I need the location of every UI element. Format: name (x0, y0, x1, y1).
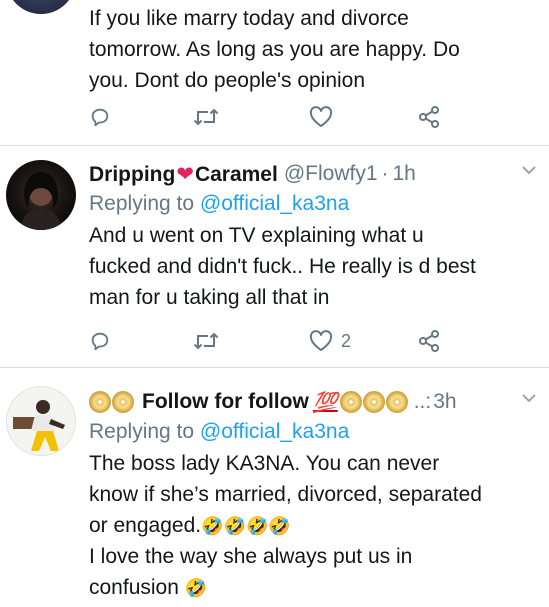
reply-icon (89, 106, 111, 128)
tweet-content: Follow for follow 💯 ..: 3h Replying to @… (89, 388, 537, 603)
chevron-down-icon[interactable] (521, 160, 537, 181)
reply-icon (89, 330, 111, 352)
avatar-image (20, 172, 62, 230)
rofl-emoji: 🤣 (268, 516, 291, 536)
tweet-text-line: fucked and didn't fuck.. He really is d … (89, 255, 476, 278)
avatar[interactable] (6, 0, 76, 14)
avatar[interactable] (6, 386, 76, 456)
user-display-name[interactable]: Follow for follow (142, 390, 309, 414)
share-icon (417, 329, 441, 353)
tweet-text-line: tomorrow. As long as you are happy. Do (89, 38, 460, 61)
like-button[interactable] (309, 102, 341, 132)
dvd-emoji (112, 391, 134, 413)
tweet-content: If you like marry today and divorce tomo… (89, 3, 537, 96)
red-heart-emoji: ❤ (176, 162, 194, 186)
retweet-button[interactable] (193, 326, 219, 356)
heart-icon (309, 106, 333, 128)
tweet-header: Dripping❤Caramel @Flowfy1 · 1h (89, 160, 537, 188)
dvd-emoji (385, 391, 408, 413)
tweet-text-line: And u went on TV explaining what u (89, 224, 424, 247)
tweet[interactable]: Follow for follow 💯 ..: 3h Replying to @… (0, 368, 549, 607)
tweet[interactable]: If you like marry today and divorce tomo… (0, 0, 549, 146)
user-display-name[interactable]: Dripping❤Caramel (89, 162, 278, 187)
dvd-emoji (339, 391, 362, 413)
tweet-timestamp[interactable]: 3h (433, 390, 456, 414)
replying-prefix: Replying to (89, 420, 195, 443)
tweet-text: If you like marry today and divorce tomo… (89, 3, 537, 96)
tweet[interactable]: Dripping❤Caramel @Flowfy1 · 1h Replying … (0, 146, 549, 368)
dvd-emoji-group (339, 391, 408, 413)
retweet-icon (193, 106, 219, 128)
like-count: 2 (341, 330, 352, 351)
tweet-text-fragment: or engaged. (89, 514, 202, 537)
tweet-text-line: If you like marry today and divorce (89, 7, 409, 30)
like-button[interactable]: 2 (309, 326, 351, 356)
reply-button[interactable] (89, 102, 111, 132)
rofl-emoji: 🤣 (201, 516, 224, 536)
replying-handle-link[interactable]: @official_ka3na (200, 420, 349, 443)
user-handle[interactable]: @Flowfy1 (284, 162, 378, 186)
tweet-text-line: I love the way she always put us in (89, 545, 413, 568)
display-name-part: Dripping (89, 162, 176, 186)
timeline: If you like marry today and divorce tomo… (0, 0, 549, 607)
hundred-points-emoji: 💯 (312, 391, 338, 414)
separator-dot: · (381, 162, 389, 185)
tweet-text-line: or engaged.🤣🤣🤣🤣 (89, 510, 537, 541)
tweet-actions (89, 102, 449, 132)
replying-to: Replying to @official_ka3na (89, 416, 537, 448)
tweet-text-line: The boss lady KA3NA. You can never (89, 452, 440, 475)
tweet-text: The boss lady KA3NA. You can never know … (89, 448, 537, 603)
replying-prefix: Replying to (89, 192, 195, 215)
tweet-text: And u went on TV explaining what u fucke… (89, 220, 537, 313)
replying-to: Replying to @official_ka3na (89, 188, 537, 220)
avatar-image (7, 387, 75, 455)
tweet-timestamp[interactable]: 1h (393, 162, 416, 186)
tweet-text-line: man for u taking all that in (89, 286, 330, 309)
rofl-emoji: 🤣 (184, 578, 208, 598)
tweet-text-line: you. Dont do people's opinion (89, 69, 366, 92)
heart-icon (309, 330, 333, 352)
avatar[interactable] (6, 160, 76, 230)
tweet-header: Follow for follow 💯 ..: 3h (89, 388, 537, 416)
tweet-text-fragment: confusion (89, 576, 179, 599)
dvd-emoji (89, 391, 111, 413)
retweet-button[interactable] (193, 102, 219, 132)
tweet-actions: 2 (89, 326, 449, 356)
tweet-text-line: confusion 🤣 (89, 572, 537, 603)
retweet-icon (193, 330, 219, 352)
rofl-emoji: 🤣 (223, 516, 246, 536)
dvd-emoji-group (89, 391, 134, 413)
display-name-part: Caramel (194, 162, 278, 186)
tweet-text-line: know if she’s married, divorced, separat… (89, 483, 482, 506)
separator-dot: ..: (413, 390, 432, 413)
share-button[interactable] (417, 102, 441, 132)
dvd-emoji (362, 391, 385, 413)
replying-handle-link[interactable]: @official_ka3na (200, 192, 349, 215)
tweet-content: Dripping❤Caramel @Flowfy1 · 1h Replying … (89, 160, 537, 313)
chevron-down-icon[interactable] (521, 388, 537, 409)
rofl-emoji: 🤣 (245, 516, 269, 536)
share-icon (417, 105, 441, 129)
reply-button[interactable] (89, 326, 111, 356)
share-button[interactable] (417, 326, 441, 356)
